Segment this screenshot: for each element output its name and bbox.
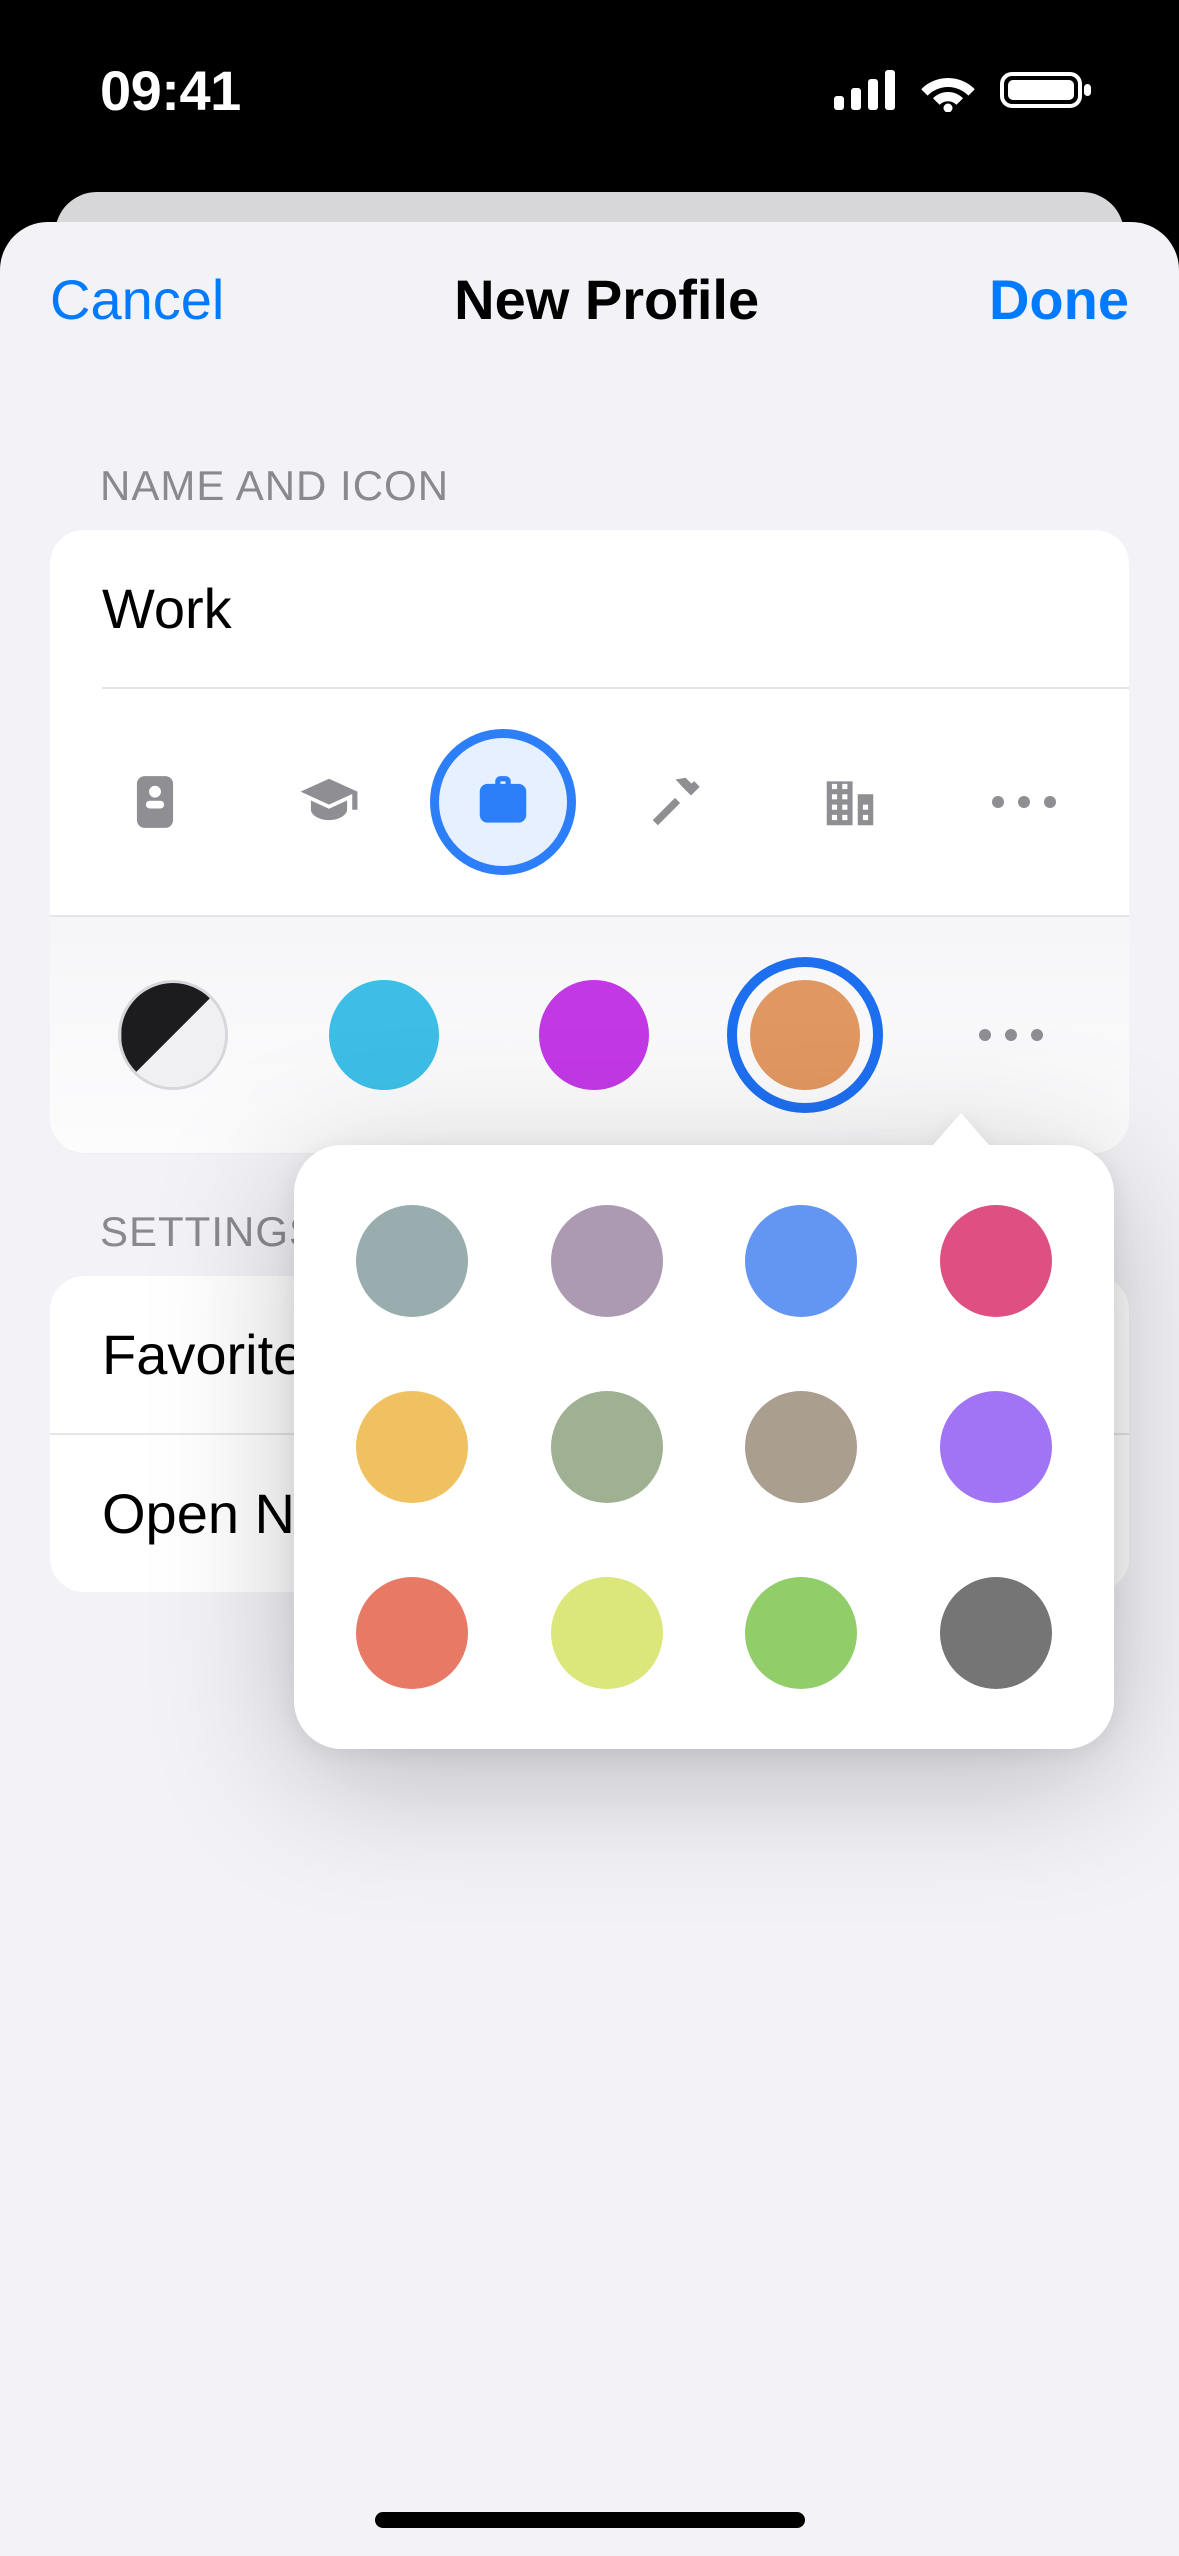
status-bar: 09:41: [0, 0, 1179, 170]
sheet-content: Name and Icon: [0, 377, 1179, 1592]
icon-picker-row: [50, 689, 1129, 915]
color-swatch-orange[interactable]: [727, 957, 883, 1113]
more-colors-popover: [294, 1145, 1114, 1749]
swatch-icon: [750, 980, 860, 1090]
graduation-cap-icon: [298, 771, 360, 833]
status-indicators: [834, 58, 1094, 112]
wifi-icon: [918, 68, 978, 112]
popover-color-sage[interactable]: [551, 1391, 663, 1503]
more-colors-button[interactable]: [938, 962, 1084, 1108]
profile-icon-graduation-cap[interactable]: [256, 729, 402, 875]
device-frame: 09:41 Cancel New Profile Done Name and I…: [0, 0, 1179, 2556]
cancel-button[interactable]: Cancel: [50, 267, 224, 332]
popover-color-green[interactable]: [745, 1577, 857, 1689]
popover-color-slate[interactable]: [356, 1205, 468, 1317]
status-time: 09:41: [100, 48, 241, 123]
swatch-icon: [329, 980, 439, 1090]
more-icons-button[interactable]: [951, 729, 1097, 875]
hammer-icon: [645, 771, 707, 833]
color-swatch-cyan[interactable]: [306, 957, 462, 1113]
building-icon: [819, 771, 881, 833]
ellipsis-icon: [979, 1029, 1043, 1041]
section-header-name-and-icon: Name and Icon: [50, 407, 1129, 530]
popover-arrow: [926, 1113, 996, 1153]
popover-color-blue[interactable]: [745, 1205, 857, 1317]
swatch-icon: [539, 980, 649, 1090]
popover-color-salmon[interactable]: [356, 1577, 468, 1689]
page-title: New Profile: [454, 267, 759, 332]
profile-icon-briefcase[interactable]: [430, 729, 576, 875]
battery-icon: [1000, 68, 1094, 112]
name-and-icon-card: [50, 530, 1129, 1153]
cellular-icon: [834, 70, 896, 110]
briefcase-icon: [472, 771, 534, 833]
color-swatch-bw[interactable]: [95, 957, 251, 1113]
id-card-icon: [124, 771, 186, 833]
popover-color-grid: [352, 1205, 1056, 1689]
profile-icon-id-card[interactable]: [82, 729, 228, 875]
bw-icon: [118, 980, 228, 1090]
popover-color-chartreuse[interactable]: [551, 1577, 663, 1689]
popover-color-mauve[interactable]: [551, 1205, 663, 1317]
color-swatch-magenta[interactable]: [516, 957, 672, 1113]
ellipsis-icon: [992, 796, 1056, 808]
done-button[interactable]: Done: [989, 267, 1129, 332]
popover-color-taupe[interactable]: [745, 1391, 857, 1503]
modal-sheet: Cancel New Profile Done Name and Icon: [0, 222, 1179, 2556]
profile-icon-hammer[interactable]: [603, 729, 749, 875]
popover-body: [294, 1145, 1114, 1749]
popover-color-violet[interactable]: [940, 1391, 1052, 1503]
popover-color-gold[interactable]: [356, 1391, 468, 1503]
home-indicator: [375, 2512, 805, 2528]
popover-color-gray[interactable]: [940, 1577, 1052, 1689]
popover-color-pink[interactable]: [940, 1205, 1052, 1317]
navbar: Cancel New Profile Done: [0, 222, 1179, 377]
profile-icon-building[interactable]: [777, 729, 923, 875]
profile-name-input[interactable]: [50, 530, 1129, 687]
